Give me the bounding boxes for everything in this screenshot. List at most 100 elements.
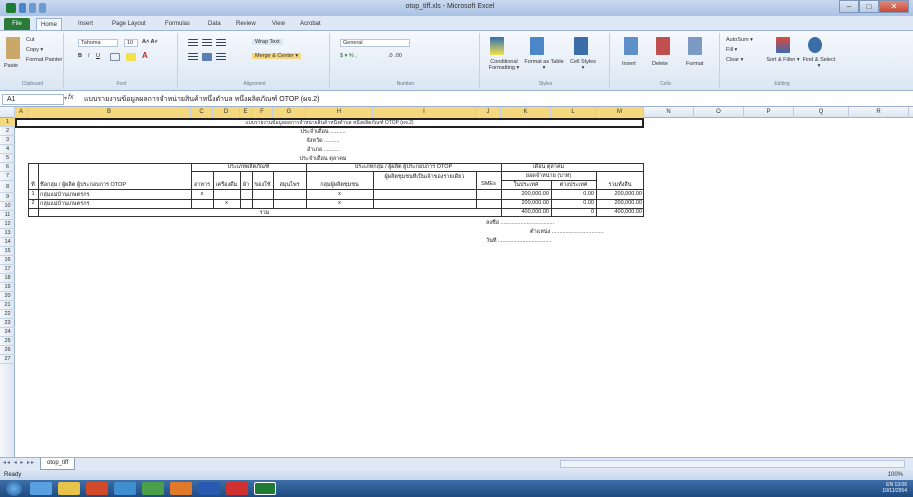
sort-filter-icon[interactable] bbox=[776, 37, 790, 53]
tab-data[interactable]: Data bbox=[208, 18, 221, 30]
row-header[interactable]: 8 bbox=[0, 181, 15, 193]
explorer-icon[interactable] bbox=[58, 482, 80, 495]
row-header[interactable]: 11 bbox=[0, 211, 15, 220]
column-header[interactable]: M bbox=[596, 107, 644, 118]
row-header[interactable]: 21 bbox=[0, 301, 15, 310]
tab-page-layout[interactable]: Page Layout bbox=[112, 18, 146, 30]
font-size-select[interactable]: 10 bbox=[124, 39, 138, 47]
header-smes[interactable]: SMEs bbox=[476, 181, 501, 187]
find-select-icon[interactable] bbox=[808, 37, 822, 53]
column-header[interactable]: K bbox=[501, 107, 551, 118]
font-name-select[interactable]: Tahoma bbox=[78, 39, 118, 47]
foreign-sales[interactable]: 0.00 bbox=[551, 191, 594, 197]
conditional-formatting-icon[interactable] bbox=[490, 37, 504, 55]
format-painter-button[interactable]: Format Painter bbox=[26, 57, 62, 63]
column-header[interactable]: N bbox=[644, 107, 694, 118]
total-sales[interactable]: 200,000.00 bbox=[596, 191, 642, 197]
sheet-nav-arrows-icon[interactable]: ◂◂ ◂ ▸ ▸▸ bbox=[3, 459, 35, 466]
insert-button[interactable]: Insert bbox=[622, 61, 636, 67]
align-middle-icon[interactable] bbox=[202, 39, 212, 47]
row-header[interactable]: 18 bbox=[0, 274, 15, 283]
row-header[interactable]: 1 bbox=[0, 118, 15, 127]
row-header[interactable]: 22 bbox=[0, 310, 15, 319]
row-number[interactable]: 1 bbox=[28, 191, 38, 197]
align-bottom-icon[interactable] bbox=[216, 39, 226, 47]
column-header[interactable]: R bbox=[849, 107, 909, 118]
row-header[interactable]: 25 bbox=[0, 337, 15, 346]
district-line[interactable]: อำเภอ .......... bbox=[273, 146, 373, 155]
row-header[interactable]: 3 bbox=[0, 136, 15, 145]
save-icon[interactable] bbox=[19, 3, 26, 13]
formula-input[interactable]: แบบรายงานข้อมูลผลการจำหน่ายสินค้าหนึ่งตำ… bbox=[84, 94, 904, 105]
row-header[interactable]: 16 bbox=[0, 256, 15, 265]
row-header[interactable]: 5 bbox=[0, 154, 15, 163]
column-header[interactable]: G bbox=[273, 107, 306, 118]
row-header[interactable]: 20 bbox=[0, 292, 15, 301]
header-group-name[interactable]: ชื่อกลุ่ม / ผู้ผลิต ผู้ประกอบการ OTOP bbox=[40, 181, 190, 189]
italic-icon[interactable]: I bbox=[88, 53, 90, 59]
tab-home[interactable]: Home bbox=[36, 18, 63, 30]
column-header[interactable]: Q bbox=[794, 107, 849, 118]
row-header[interactable]: 14 bbox=[0, 238, 15, 247]
row-header[interactable]: 23 bbox=[0, 319, 15, 328]
header-single-owner[interactable]: ผู้ผลิตชุมชนที่เป็นเจ้าของรายเดียว bbox=[373, 173, 476, 189]
header-foreign[interactable]: ต่างประเทศ bbox=[551, 181, 596, 189]
word-icon[interactable] bbox=[198, 482, 220, 495]
font-color-icon[interactable]: A bbox=[142, 51, 148, 60]
column-header[interactable]: P bbox=[744, 107, 794, 118]
align-center-icon[interactable] bbox=[202, 53, 212, 61]
currency-icon[interactable]: $ ▾ % , bbox=[340, 53, 357, 59]
drink-mark[interactable]: x bbox=[213, 200, 240, 206]
tab-review[interactable]: Review bbox=[236, 18, 256, 30]
row-header[interactable]: 9 bbox=[0, 193, 15, 202]
find-select-button[interactable]: Find & Select ▾ bbox=[802, 57, 836, 69]
tab-view[interactable]: View bbox=[272, 18, 285, 30]
header-product-type[interactable]: ประเภทผลิตภัณฑ์ bbox=[191, 164, 306, 171]
worksheet-grid[interactable]: A B C D E F G H I J K L M N O P Q R 1 2 … bbox=[0, 107, 913, 457]
header-total[interactable]: รวมทั้งสิ้น bbox=[596, 181, 644, 189]
quick-access-toolbar[interactable] bbox=[6, 2, 46, 14]
firefox-icon[interactable] bbox=[170, 482, 192, 495]
close-button[interactable]: ✕ bbox=[879, 0, 909, 13]
fill-color-icon[interactable] bbox=[126, 53, 136, 61]
autosum-button[interactable]: AutoSum ▾ bbox=[726, 37, 753, 43]
redo-icon[interactable] bbox=[39, 3, 46, 13]
domestic-sales[interactable]: 200,000.00 bbox=[501, 191, 549, 197]
row-header[interactable]: 17 bbox=[0, 265, 15, 274]
header-month[interactable]: เดือน ตุลาคม bbox=[501, 164, 596, 171]
sum-label[interactable]: รวม bbox=[28, 209, 501, 217]
header-number[interactable]: ที่ bbox=[28, 181, 38, 189]
system-clock[interactable]: EN 13:06 10/11/2554 bbox=[882, 482, 907, 494]
delete-cells-icon[interactable] bbox=[656, 37, 670, 55]
province-line[interactable]: จังหวัด .......... bbox=[273, 137, 373, 146]
app-icon[interactable] bbox=[226, 482, 248, 495]
merge-center-button[interactable]: Merge & Center ▾ bbox=[252, 53, 302, 59]
cell-styles-icon[interactable] bbox=[574, 37, 588, 55]
excel-taskbar-icon[interactable] bbox=[254, 482, 276, 495]
column-header[interactable]: A bbox=[15, 107, 28, 118]
domestic-sales[interactable]: 200,000.00 bbox=[501, 200, 549, 206]
header-cloth[interactable]: ผ้า bbox=[240, 181, 252, 189]
align-top-icon[interactable] bbox=[188, 39, 198, 47]
column-header[interactable]: H bbox=[306, 107, 373, 118]
sum-domestic[interactable]: 400,000.00 bbox=[501, 209, 549, 215]
format-as-table-icon[interactable] bbox=[530, 37, 544, 55]
number-format-select[interactable]: General bbox=[340, 39, 410, 47]
column-header[interactable]: F bbox=[252, 107, 273, 118]
wrap-text-button[interactable]: Wrap Text bbox=[252, 39, 283, 45]
row-header[interactable]: 4 bbox=[0, 145, 15, 154]
column-header[interactable]: J bbox=[476, 107, 501, 118]
fill-button[interactable]: Fill ▾ bbox=[726, 47, 737, 53]
header-sales[interactable]: ยอดจำหน่าย (บาท) bbox=[501, 172, 596, 180]
media-player-icon[interactable] bbox=[86, 482, 108, 495]
select-all-corner[interactable] bbox=[0, 107, 15, 118]
clear-button[interactable]: Clear ▾ bbox=[726, 57, 743, 63]
row-header[interactable]: 2 bbox=[0, 127, 15, 136]
sort-filter-button[interactable]: Sort & Filter ▾ bbox=[766, 57, 800, 63]
paste-label[interactable]: Paste bbox=[4, 63, 18, 69]
align-right-icon[interactable] bbox=[216, 53, 226, 61]
group-name[interactable]: กลุ่มแม่บ้านเกษตรกร bbox=[40, 191, 190, 199]
maximize-button[interactable]: □ bbox=[859, 0, 879, 13]
copy-button[interactable]: Copy ▾ bbox=[26, 47, 43, 53]
row-header[interactable]: 19 bbox=[0, 283, 15, 292]
